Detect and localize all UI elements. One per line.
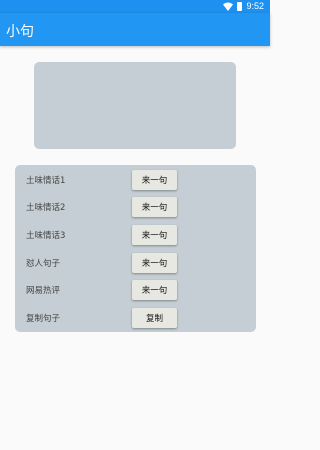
- wifi-icon: [223, 2, 234, 11]
- app-title: 小句: [6, 24, 34, 40]
- row-label: 土味情话2: [26, 203, 66, 213]
- battery-icon: [237, 2, 243, 11]
- get-sentence-button-roast[interactable]: 来一句: [132, 253, 177, 273]
- menu-row-tuwei-3: 土味情话3 来一句: [15, 223, 256, 247]
- row-label: 土味情话1: [26, 176, 66, 186]
- sentence-display-panel: [34, 62, 236, 149]
- menu-row-tuwei-1: 土味情话1 来一句: [15, 168, 256, 192]
- get-sentence-button-tuwei-2[interactable]: 来一句: [132, 197, 177, 217]
- status-bar: 9:52: [0, 0, 270, 13]
- menu-row-copy: 复制句子 复制: [15, 306, 256, 330]
- app-bar: 小句: [0, 13, 270, 46]
- row-label: 复制句子: [26, 314, 61, 324]
- menu-row-roast: 怼人句子 来一句: [15, 251, 256, 275]
- menu-row-netease-comments: 网易热评 来一句: [15, 278, 256, 302]
- get-sentence-button-tuwei-3[interactable]: 来一句: [132, 225, 177, 245]
- status-time: 9:52: [246, 1, 264, 11]
- row-label: 网易热评: [26, 286, 61, 296]
- sentence-menu-panel: 土味情话1 来一句 土味情话2 来一句 土味情话3 来一句 怼人句子 来一句 网…: [15, 165, 256, 332]
- copy-button[interactable]: 复制: [132, 308, 177, 328]
- get-sentence-button-tuwei-1[interactable]: 来一句: [132, 170, 177, 190]
- menu-row-tuwei-2: 土味情话2 来一句: [15, 195, 256, 219]
- row-label: 土味情话3: [26, 231, 66, 241]
- row-label: 怼人句子: [26, 259, 61, 269]
- get-sentence-button-netease[interactable]: 来一句: [132, 280, 177, 300]
- status-icons: 9:52: [223, 1, 264, 12]
